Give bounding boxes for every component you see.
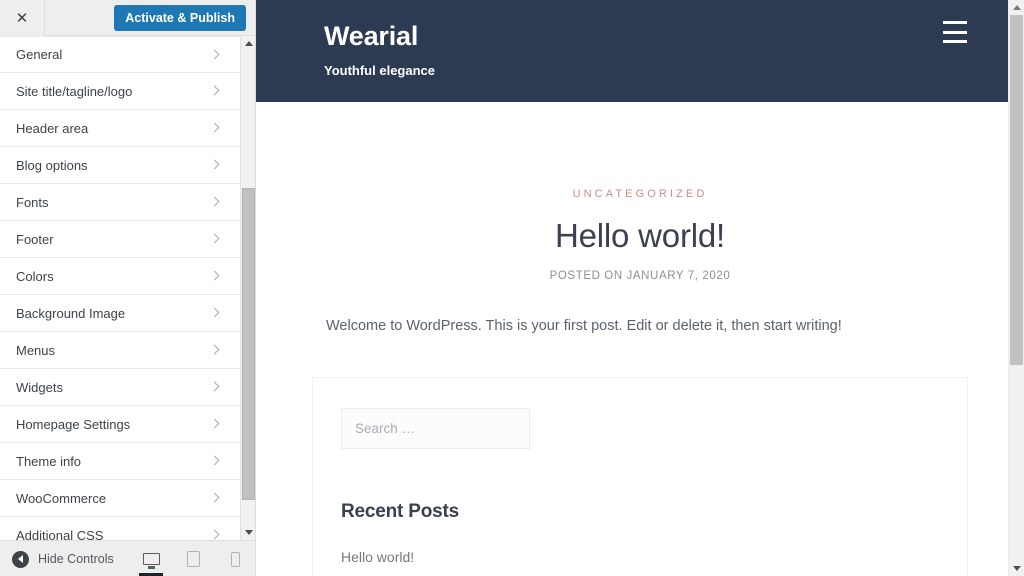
post-category-link[interactable]: UNCATEGORIZED [256, 188, 1024, 200]
post-content: Welcome to WordPress. This is your first… [326, 318, 842, 334]
customizer-sections-list: General Site title/tagline/logo Header a… [0, 36, 240, 540]
device-desktop-button[interactable] [138, 541, 164, 576]
sidebar-item-woocommerce[interactable]: WooCommerce [0, 480, 240, 517]
sidebar-item-label: Footer [16, 231, 54, 247]
sidebar-item-blog-options[interactable]: Blog options [0, 147, 240, 184]
sidebar-item-general[interactable]: General [0, 36, 240, 73]
hide-controls-label: Hide Controls [38, 552, 114, 566]
search-input[interactable] [341, 407, 530, 449]
chevron-right-icon [210, 269, 220, 283]
scroll-down-arrow-icon[interactable] [241, 525, 255, 540]
chevron-right-icon [210, 380, 220, 394]
site-tagline: Youthful elegance [324, 62, 435, 78]
chevron-right-icon [210, 158, 220, 172]
list-item: Hello world! [341, 549, 939, 567]
chevron-right-icon [210, 528, 220, 540]
chevron-right-icon [210, 84, 220, 98]
chevron-right-icon [210, 454, 220, 468]
sidebar-item-label: Menus [16, 342, 56, 358]
preview-scroll-up-arrow-icon[interactable] [1009, 0, 1024, 15]
desktop-icon [142, 553, 160, 569]
sidebar-item-site-title-tagline-logo[interactable]: Site title/tagline/logo [0, 73, 240, 110]
chevron-right-icon [210, 48, 220, 62]
chevron-right-icon [210, 306, 220, 320]
post-title[interactable]: Hello world! [256, 217, 1024, 255]
sidebar-widget-area: Recent Posts Hello world! [312, 376, 968, 576]
recent-posts-title: Recent Posts [341, 500, 459, 522]
preview-scrollbar[interactable] [1008, 0, 1024, 576]
collapse-icon [12, 550, 29, 568]
chevron-right-icon [210, 121, 220, 135]
sidebar-item-label: Theme info [16, 453, 82, 469]
customizer-scrollbar[interactable] [240, 36, 255, 540]
customizer-panel: ✕ Activate & Publish General Site title/… [0, 0, 256, 576]
chevron-right-icon [210, 232, 220, 246]
recent-posts-list: Hello world! [341, 549, 939, 567]
sidebar-item-label: WooCommerce [16, 490, 107, 506]
sidebar-item-homepage-settings[interactable]: Homepage Settings [0, 406, 240, 443]
preview-scroll-down-arrow-icon[interactable] [1009, 561, 1024, 576]
sidebar-item-label: Homepage Settings [16, 416, 131, 432]
sidebar-item-label: Fonts [16, 194, 49, 210]
site-title[interactable]: Wearial [324, 21, 1024, 52]
close-icon: ✕ [15, 8, 29, 27]
device-preview-switcher [138, 541, 248, 576]
sidebar-item-fonts[interactable]: Fonts [0, 184, 240, 221]
scroll-up-arrow-icon[interactable] [241, 36, 255, 51]
sidebar-item-header-area[interactable]: Header area [0, 110, 240, 147]
sidebar-item-label: Background Image [16, 305, 126, 321]
recent-post-link[interactable]: Hello world! [341, 549, 414, 565]
sidebar-item-background-image[interactable]: Background Image [0, 295, 240, 332]
post-article: UNCATEGORIZED Hello world! POSTED ON JAN… [256, 102, 1024, 339]
sidebar-item-label: Blog options [16, 157, 88, 173]
scrollbar-thumb[interactable] [242, 188, 255, 500]
site-header: Wearial Youthful elegance [256, 0, 1024, 102]
chevron-right-icon [210, 343, 220, 357]
sidebar-item-label: Site title/tagline/logo [16, 83, 133, 99]
recent-posts-widget: Recent Posts Hello world! [341, 501, 939, 567]
sidebar-item-label: Header area [16, 120, 89, 136]
sidebar-item-label: Additional CSS [16, 527, 104, 541]
customizer-header: ✕ Activate & Publish [0, 0, 255, 36]
hamburger-icon[interactable] [943, 21, 969, 43]
sidebar-item-label: Widgets [16, 379, 63, 395]
sidebar-item-label: General [16, 47, 63, 62]
activate-and-publish-button[interactable]: Activate & Publish [114, 5, 246, 31]
tablet-icon [186, 551, 200, 567]
sidebar-item-label: Colors [16, 268, 54, 284]
sidebar-item-colors[interactable]: Colors [0, 258, 240, 295]
preview-scrollbar-thumb[interactable] [1010, 15, 1023, 365]
post-meta-date: POSTED ON JANUARY 7, 2020 [549, 270, 731, 282]
search-form [341, 407, 939, 449]
hide-controls-button[interactable]: Hide Controls [12, 541, 114, 576]
site-preview: Wearial Youthful elegance UNCATEGORIZED … [256, 0, 1024, 576]
chevron-right-icon [210, 417, 220, 431]
sidebar-item-theme-info[interactable]: Theme info [0, 443, 240, 480]
customizer-footer: Hide Controls [0, 540, 255, 576]
chevron-right-icon [210, 195, 220, 209]
close-customizer-button[interactable]: ✕ [0, 0, 45, 36]
customizer-screen: ✕ Activate & Publish General Site title/… [0, 0, 1024, 576]
sidebar-item-menus[interactable]: Menus [0, 332, 240, 369]
mobile-icon [230, 551, 240, 567]
sidebar-item-footer[interactable]: Footer [0, 221, 240, 258]
chevron-right-icon [210, 491, 220, 505]
sidebar-item-widgets[interactable]: Widgets [0, 369, 240, 406]
sidebar-item-additional-css[interactable]: Additional CSS [0, 517, 240, 540]
device-tablet-button[interactable] [180, 541, 206, 576]
site-main-content: UNCATEGORIZED Hello world! POSTED ON JAN… [256, 102, 1024, 576]
device-mobile-button[interactable] [222, 541, 248, 576]
